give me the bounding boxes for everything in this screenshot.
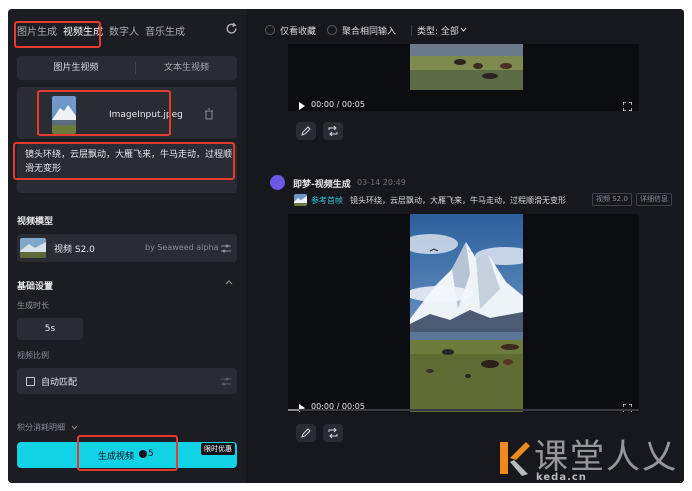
chevron-down-icon[interactable] — [460, 27, 467, 32]
aspect-ratio-icon — [26, 377, 35, 386]
detail-info-tag[interactable]: 详细信息 — [636, 193, 672, 206]
edit-icon — [301, 126, 311, 136]
fullscreen-icon[interactable] — [623, 102, 632, 111]
ratio-settings-icon[interactable] — [221, 377, 231, 386]
tab-music-generation[interactable]: 音乐生成 — [145, 23, 185, 38]
video-progress-fill — [288, 409, 299, 411]
favorites-only-checkbox[interactable] — [265, 25, 275, 35]
results-panel: 仅看收藏 聚合相同输入 类型: 全部 00:00 / 00:05 即梦-视频生成… — [253, 9, 684, 483]
entry-title: 即梦-视频生成 — [293, 180, 351, 190]
repeat-icon — [328, 428, 338, 438]
chevron-up-icon[interactable] — [225, 279, 233, 285]
edit-button-main[interactable] — [296, 424, 316, 442]
watermark-text: 课堂人乂 — [534, 437, 678, 477]
model-thumbnail — [20, 238, 46, 258]
credit-detail-text: 积分消耗明细 — [17, 423, 65, 432]
favorites-only-label: 仅看收藏 — [280, 27, 317, 37]
credit-coin-icon — [139, 450, 147, 458]
ratio-value: 自动匹配 — [41, 378, 78, 388]
regenerate-button-previous[interactable] — [323, 122, 343, 140]
dreamina-avatar-icon — [270, 175, 285, 190]
repeat-icon — [328, 126, 338, 136]
video-player-previous[interactable]: 00:00 / 00:05 — [288, 44, 639, 111]
video-time-previous: 00:00 / 00:05 — [311, 100, 365, 109]
promo-badge: 限时优惠 — [201, 443, 235, 455]
type-filter[interactable]: 类型: 全部 — [417, 24, 459, 37]
generate-video-label: 生成视频 — [98, 452, 135, 462]
results-toolbar: 仅看收藏 聚合相同输入 类型: 全部 — [253, 9, 684, 39]
model-tag: 视频 S2.0 — [592, 193, 632, 206]
regenerate-button-main[interactable] — [323, 424, 343, 442]
mode-switch: 图片生视频 文本生视频 — [17, 56, 237, 80]
reference-frame-thumbnail — [294, 194, 307, 206]
generate-cost: 5 — [148, 449, 154, 459]
watermark-url: keda.cn — [536, 472, 587, 483]
uploaded-file-name: ImageInput.jpeg — [109, 110, 183, 120]
top-tabs: 图片生成 视频生成 数字人 音乐生成 — [8, 9, 246, 49]
video-frame-previous — [410, 44, 523, 111]
tab-image-generation[interactable]: 图片生成 — [17, 23, 57, 38]
toolbar-divider — [411, 25, 412, 36]
model-settings-icon[interactable] — [221, 244, 231, 253]
chevron-down-icon — [71, 425, 77, 430]
app-window: 图片生成 视频生成 数字人 音乐生成 图片生视频 文本生视频 ImageInpu… — [8, 9, 684, 483]
entry-prompt: 镜头环绕，云层飘动，大雁飞来，牛马走动，过程顺滑无变形 — [350, 196, 566, 205]
trash-icon[interactable] — [204, 108, 214, 120]
tab-digital-human[interactable]: 数字人 — [109, 23, 139, 38]
credit-detail-link[interactable]: 积分消耗明细 — [17, 422, 78, 433]
watermark-logo-icon — [500, 442, 530, 476]
mode-image-to-video[interactable]: 图片生视频 — [17, 56, 135, 80]
video-model-title: 视频模型 — [17, 217, 54, 227]
video-progress-track[interactable] — [288, 409, 639, 411]
entry-time: 03-14 20:49 — [357, 178, 406, 187]
uploaded-image-thumbnail — [52, 96, 76, 134]
play-icon[interactable] — [299, 102, 305, 110]
tab-video-generation[interactable]: 视频生成 — [63, 23, 103, 38]
edit-button-previous[interactable] — [296, 122, 316, 140]
duration-option-5s[interactable]: 5s — [17, 318, 83, 340]
model-provider: by Seaweed alpha — [145, 243, 219, 252]
merge-same-label: 聚合相同输入 — [342, 27, 397, 37]
prompt-text: 镜头环绕，云层飘动，大雁飞来，牛马走动，过程顺滑无变形 — [25, 150, 233, 174]
basic-settings-title: 基础设置 — [17, 282, 54, 292]
merge-same-checkbox[interactable] — [327, 25, 337, 35]
model-name: 视频 S2.0 — [54, 245, 95, 255]
video-frame-main — [410, 214, 523, 412]
left-panel: 图片生成 视频生成 数字人 音乐生成 图片生视频 文本生视频 ImageInpu… — [8, 9, 246, 483]
edit-icon — [301, 428, 311, 438]
refresh-icon[interactable] — [225, 22, 238, 35]
reference-frame-label: 参考首帧 — [311, 196, 343, 205]
video-player-main[interactable]: 00:00 / 00:05 — [288, 214, 639, 412]
duration-label: 生成时长 — [17, 301, 49, 310]
ratio-label: 视频比例 — [17, 351, 49, 360]
mode-text-to-video[interactable]: 文本生视频 — [136, 56, 237, 80]
